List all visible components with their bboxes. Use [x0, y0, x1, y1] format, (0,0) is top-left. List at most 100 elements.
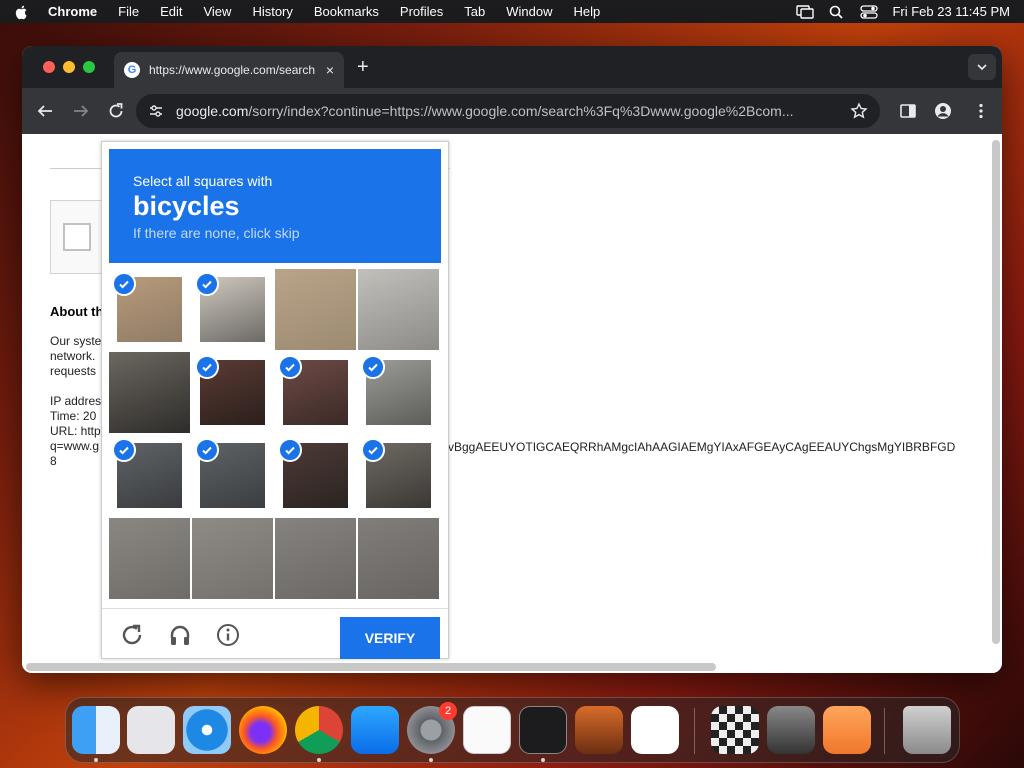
textedit-icon[interactable] — [463, 706, 511, 754]
captcha-tile[interactable] — [109, 518, 190, 599]
app-store-icon[interactable] — [351, 706, 399, 754]
url-path: /sorry/index?continue=https://www.google… — [248, 103, 794, 119]
captcha-tile[interactable] — [275, 518, 356, 599]
garageband-icon[interactable] — [575, 706, 623, 754]
verify-button[interactable]: VERIFY — [340, 617, 440, 659]
menu-window[interactable]: Window — [506, 4, 552, 19]
menu-history[interactable]: History — [252, 4, 292, 19]
horizontal-scrollbar[interactable] — [26, 663, 716, 671]
challenge-instruction: Select all squares with — [133, 173, 273, 189]
captcha-tile[interactable] — [192, 518, 273, 599]
captcha-tile[interactable] — [275, 435, 356, 516]
info-ip-address: IP addres — [50, 394, 102, 408]
address-bar[interactable]: google.com/sorry/index?continue=https://… — [136, 94, 880, 128]
captcha-tile[interactable] — [275, 352, 356, 433]
captcha-tile[interactable] — [192, 352, 273, 433]
chess-icon[interactable] — [711, 706, 759, 754]
menu-file[interactable]: File — [118, 4, 139, 19]
bookmark-star-icon[interactable] — [850, 102, 868, 120]
menu-tab[interactable]: Tab — [464, 4, 485, 19]
menu-app-name[interactable]: Chrome — [48, 4, 97, 19]
apple-menu-icon[interactable] — [14, 4, 30, 20]
info-icon[interactable] — [216, 623, 240, 647]
about-heading: About th — [50, 304, 104, 319]
captcha-tile[interactable] — [275, 269, 356, 350]
new-tab-button[interactable]: + — [357, 56, 369, 79]
forward-arrow-icon[interactable] — [72, 102, 90, 120]
vscode-icon[interactable] — [631, 706, 679, 754]
captcha-tile[interactable] — [358, 435, 439, 516]
side-panel-icon[interactable] — [899, 102, 917, 120]
google-favicon-icon: G — [124, 62, 140, 78]
minimize-window-button[interactable] — [63, 61, 75, 73]
close-window-button[interactable] — [43, 61, 55, 73]
tab-search-button[interactable] — [968, 54, 996, 80]
info-url-cont: q=www.g — [50, 439, 100, 453]
tile-image — [275, 269, 356, 350]
firefox-icon[interactable] — [239, 706, 287, 754]
captcha-tile[interactable] — [192, 269, 273, 350]
menu-edit[interactable]: Edit — [160, 4, 182, 19]
dock-separator — [694, 708, 695, 754]
image-capture-icon[interactable] — [767, 706, 815, 754]
url-host: google.com — [176, 103, 249, 119]
menu-view[interactable]: View — [203, 4, 231, 19]
audio-challenge-icon[interactable] — [168, 623, 192, 647]
challenge-footer: VERIFY — [102, 608, 448, 659]
challenge-target: bicycles — [133, 191, 240, 221]
tile-selected-check-icon — [361, 438, 385, 462]
captcha-tile[interactable] — [358, 352, 439, 433]
launchpad-icon[interactable] — [127, 706, 175, 754]
tile-selected-check-icon — [195, 438, 219, 462]
recaptcha-checkbox-widget[interactable] — [50, 200, 104, 274]
keynote-icon[interactable] — [823, 706, 871, 754]
running-indicator — [541, 758, 545, 762]
tab-close-button[interactable]: × — [326, 62, 334, 78]
tile-image — [275, 518, 356, 599]
chrome-icon[interactable] — [295, 706, 343, 754]
captcha-tile[interactable] — [109, 435, 190, 516]
back-arrow-icon[interactable] — [36, 102, 54, 120]
profile-icon[interactable] — [934, 102, 952, 120]
recaptcha-checkbox[interactable] — [63, 223, 91, 251]
captcha-tile[interactable] — [192, 435, 273, 516]
tile-image — [109, 352, 190, 433]
menu-help[interactable]: Help — [574, 4, 601, 19]
notification-badge: 2 — [439, 702, 457, 720]
more-menu-icon[interactable] — [972, 102, 990, 120]
menu-bar: Chrome File Edit View History Bookmarks … — [0, 0, 1024, 23]
spotlight-search-icon[interactable] — [828, 5, 846, 19]
menu-clock[interactable]: Fri Feb 23 11:45 PM — [892, 4, 1010, 19]
screen-mirroring-icon[interactable] — [796, 4, 815, 19]
zoom-window-button[interactable] — [83, 61, 95, 73]
control-center-icon[interactable] — [860, 4, 879, 19]
menu-bookmarks[interactable]: Bookmarks — [314, 4, 379, 19]
trash-icon[interactable] — [903, 706, 951, 754]
tile-selected-check-icon — [195, 355, 219, 379]
captcha-tile[interactable] — [109, 269, 190, 350]
tile-image — [358, 518, 439, 599]
tile-selected-check-icon — [112, 438, 136, 462]
tile-selected-check-icon — [278, 355, 302, 379]
tab-title: https://www.google.com/search — [149, 63, 316, 77]
site-info-icon[interactable] — [148, 103, 164, 119]
tab-active[interactable]: G https://www.google.com/search × — [114, 52, 344, 88]
challenge-hint: If there are none, click skip — [133, 225, 300, 241]
vertical-scrollbar[interactable] — [992, 140, 1000, 644]
reload-icon[interactable] — [107, 102, 125, 120]
menu-profiles[interactable]: Profiles — [400, 4, 443, 19]
running-indicator — [317, 758, 321, 762]
captcha-tile[interactable] — [109, 352, 190, 433]
terminal-icon[interactable] — [519, 706, 567, 754]
tile-image — [109, 518, 190, 599]
safari-icon[interactable] — [183, 706, 231, 754]
tile-image — [358, 269, 439, 350]
dock — [65, 697, 960, 763]
finder-icon[interactable] — [72, 706, 120, 754]
info-url: URL: http — [50, 424, 101, 438]
reload-challenge-icon[interactable] — [120, 623, 144, 647]
captcha-tile[interactable] — [358, 518, 439, 599]
captcha-tile[interactable] — [358, 269, 439, 350]
long-url-fragment: vBggAEEUYOTIGCAEQRRhAMgcIAhAAGIAEMgYIAxA… — [448, 440, 956, 454]
info-url-end: 8 — [50, 454, 57, 468]
